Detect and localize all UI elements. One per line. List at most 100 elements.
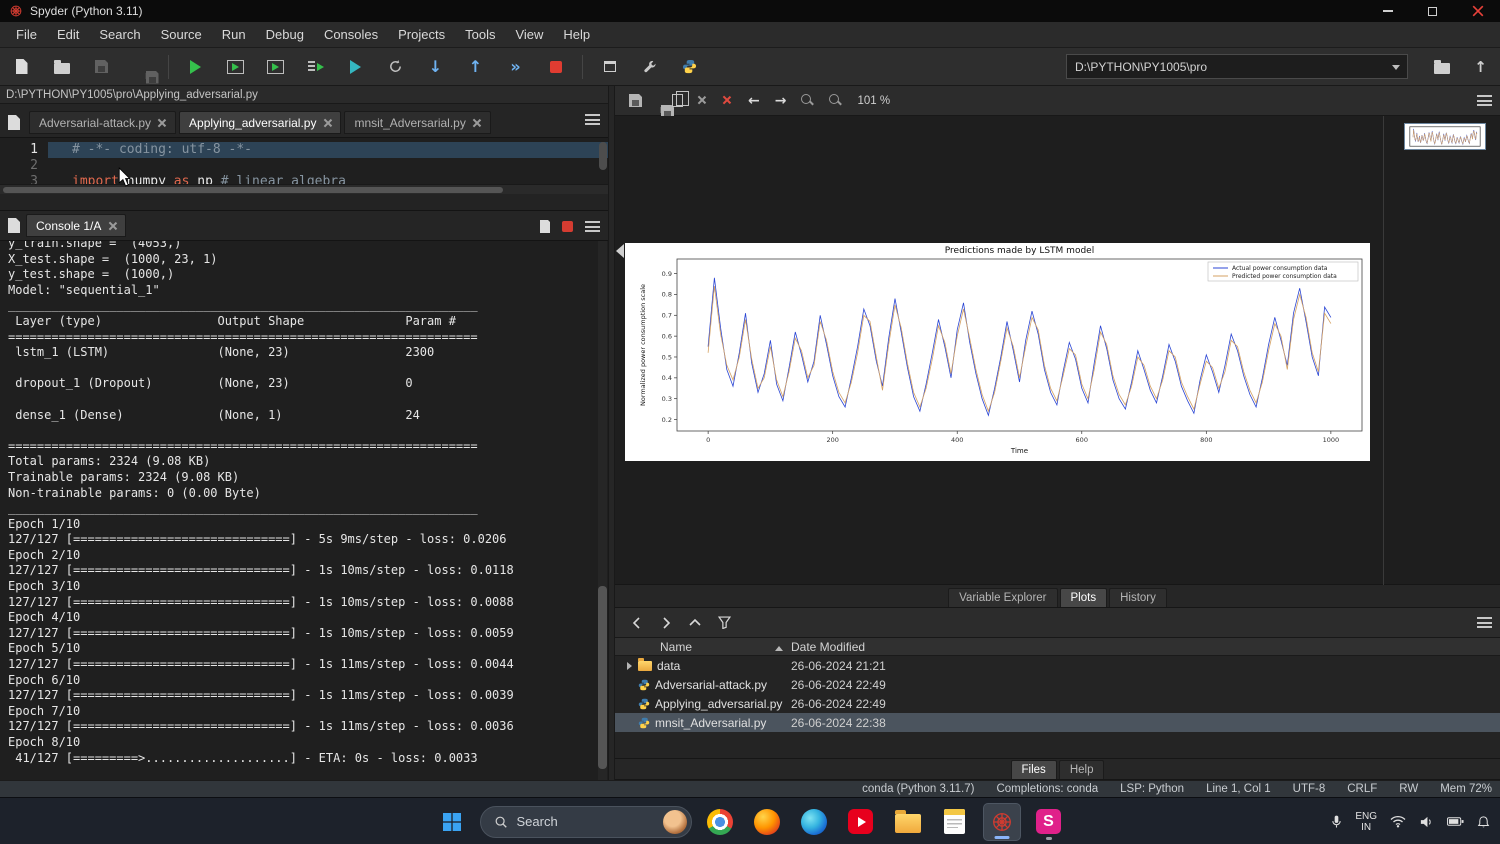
taskbar-search[interactable]: Search [480,806,692,838]
taskbar-spyder[interactable] [983,803,1021,841]
editor-vertical-scrollbar[interactable] [599,142,607,170]
preferences-button[interactable] [634,52,665,82]
splitter-collapse-icon[interactable] [616,244,624,258]
taskbar-s-app[interactable]: S [1030,803,1068,841]
close-button[interactable] [1455,0,1500,22]
console-output[interactable]: y_train.shape = (4053,) X_test.shape = (… [0,241,608,780]
file-switcher-icon[interactable] [8,115,20,130]
taskbar-media-app[interactable] [842,803,880,841]
menu-tools[interactable]: Tools [455,22,505,48]
menu-debug[interactable]: Debug [256,22,314,48]
volume-icon[interactable] [1419,815,1434,829]
parent-folder-icon[interactable] [689,617,701,629]
taskbar-firefox[interactable] [748,803,786,841]
pythonpath-button[interactable] [674,52,705,82]
working-directory-combobox[interactable]: D:\PYTHON\PY1005\pro [1066,54,1408,79]
zoom-in-icon[interactable] [829,94,842,107]
console-options-menu-icon[interactable] [585,221,600,232]
menu-projects[interactable]: Projects [388,22,455,48]
editor-tab-applying-adversarial[interactable]: Applying_adversarial.py [179,111,341,134]
menu-run[interactable]: Run [212,22,256,48]
start-button[interactable] [433,803,471,841]
menu-edit[interactable]: Edit [47,22,89,48]
run-cell-advance-button[interactable] [260,52,291,82]
taskbar-edge[interactable] [795,803,833,841]
debug-file-button[interactable] [340,52,371,82]
editor-horizontal-scrollbar[interactable] [0,184,608,194]
save-button[interactable] [86,52,117,82]
close-tab-icon[interactable] [473,119,481,127]
plot-thumbnail[interactable] [1404,123,1486,150]
status-lsp[interactable]: LSP: Python [1120,783,1184,795]
open-file-button[interactable] [46,52,77,82]
back-icon[interactable] [631,617,643,629]
rerun-cell-button[interactable] [380,52,411,82]
battery-icon[interactable] [1447,816,1464,827]
file-row-data[interactable]: data 26-06-2024 21:21 [615,656,1500,675]
run-cell-button[interactable] [220,52,251,82]
scrollbar-thumb[interactable] [3,187,503,193]
menu-file[interactable]: File [6,22,47,48]
editor-tab-adversarial-attack[interactable]: Adversarial-attack.py [29,111,176,134]
menu-consoles[interactable]: Consoles [314,22,388,48]
scrollbar-thumb[interactable] [598,586,607,769]
close-tab-icon[interactable] [108,222,116,230]
console-environment-icon[interactable] [540,220,550,233]
run-selection-button[interactable] [300,52,331,82]
menu-help[interactable]: Help [553,22,600,48]
zoom-out-icon[interactable] [801,94,814,107]
maximize-button[interactable] [1410,0,1455,22]
taskbar-file-explorer[interactable] [889,803,927,841]
next-plot-icon[interactable]: → [775,94,787,108]
remove-plot-icon[interactable] [698,96,708,106]
tab-variable-explorer[interactable]: Variable Explorer [948,588,1057,607]
console-vertical-scrollbar[interactable] [598,241,607,780]
save-plot-icon[interactable] [629,94,642,107]
tab-help[interactable]: Help [1059,760,1105,779]
editor-tab-mnsit-adversarial[interactable]: mnsit_Adversarial.py [344,111,490,134]
tab-files[interactable]: Files [1011,760,1057,779]
editor-options-menu-icon[interactable] [585,114,600,125]
menu-source[interactable]: Source [151,22,212,48]
language-indicator[interactable]: ENG IN [1355,811,1377,833]
browse-directory-button[interactable] [1426,52,1457,82]
notification-bell-icon[interactable] [1477,815,1490,829]
wifi-icon[interactable] [1390,815,1406,828]
taskbar-chrome[interactable] [701,803,739,841]
close-tab-icon[interactable] [323,119,331,127]
files-options-menu-icon[interactable] [1477,617,1492,628]
minimize-button[interactable] [1365,0,1410,22]
close-tab-icon[interactable] [158,119,166,127]
menu-view[interactable]: View [505,22,553,48]
interrupt-kernel-icon[interactable] [562,221,573,232]
tab-plots[interactable]: Plots [1060,588,1108,607]
stop-button[interactable] [540,52,571,82]
vertical-splitter[interactable] [608,86,615,780]
console-tab[interactable]: Console 1/A [26,214,126,237]
parent-directory-button[interactable]: ↑ [1465,52,1496,82]
filter-icon[interactable] [718,616,731,629]
step-return-button[interactable]: ↑ [460,52,491,82]
plots-options-menu-icon[interactable] [1477,95,1492,106]
status-completions[interactable]: Completions: conda [996,783,1098,795]
status-environment[interactable]: conda (Python 3.11.7) [862,783,974,795]
forward-icon[interactable] [660,617,672,629]
column-header-date-modified[interactable]: Date Modified [785,640,865,654]
console-switcher-icon[interactable] [8,218,20,233]
maximize-pane-button[interactable] [594,52,625,82]
run-file-button[interactable] [180,52,211,82]
tab-history[interactable]: History [1109,588,1167,607]
menu-search[interactable]: Search [89,22,150,48]
file-row-applying-adversarial[interactable]: Applying_adversarial.py 26-06-2024 22:49 [615,694,1500,713]
save-all-button[interactable] [126,52,157,82]
taskbar-notes-app[interactable] [936,803,974,841]
new-file-button[interactable] [6,52,37,82]
step-into-button[interactable]: ↓ [420,52,451,82]
column-header-name[interactable]: Name [615,640,785,654]
remove-all-plots-icon[interactable] [723,96,733,106]
code-editor[interactable]: 1 # -*- coding: utf-8 -*- 2 3 import num… [0,138,608,184]
file-row-mnsit-adversarial[interactable]: mnsit_Adversarial.py 26-06-2024 22:38 [615,713,1500,732]
continue-button[interactable]: » [500,52,531,82]
expand-chevron-icon[interactable] [627,662,632,670]
search-highlight-avatar[interactable] [663,810,687,834]
